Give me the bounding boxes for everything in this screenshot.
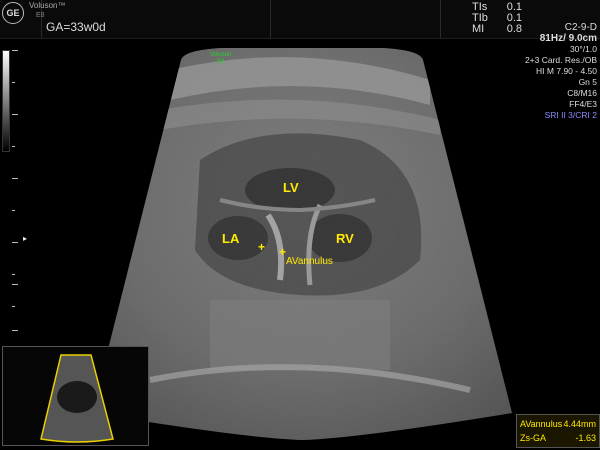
brand-model: E8 — [36, 12, 45, 19]
harmonic-label: HI M 7.90 - 4.50 — [536, 66, 597, 76]
label-lv: LV — [283, 180, 299, 195]
ff-label: FF4/E3 — [569, 99, 597, 109]
measurement-row: Zs-GA -1.63 — [520, 431, 596, 445]
depth-tick — [12, 274, 15, 275]
measurement-name: Zs-GA — [520, 433, 546, 443]
logo-line-2: E8 — [217, 59, 225, 65]
depth-tick — [12, 178, 18, 179]
grayscale-bar — [2, 50, 10, 152]
header-divider — [270, 0, 271, 38]
depth-tick — [12, 306, 15, 307]
angle-label: 30°/1.0 — [569, 44, 597, 54]
measurement-value: 4.44mm — [563, 419, 596, 429]
gestational-age: GA=33w0d — [46, 20, 106, 34]
focus-marker-icon: ▸ — [23, 234, 28, 243]
colormap-label: C8/M16 — [567, 88, 597, 98]
label-rv: RV — [336, 231, 354, 246]
depth-tick — [12, 146, 15, 147]
ge-logo-icon: GE — [2, 2, 24, 24]
brand-name: Voluson™ — [29, 1, 66, 10]
label-la: LA — [222, 231, 240, 246]
mode-label: 2+3 Card. Res./OB — [524, 55, 597, 65]
voluson-image-logo: Voluson E8 — [210, 52, 231, 66]
header-divider — [440, 0, 441, 38]
measurement-row: AVannulus 4.44mm — [520, 417, 596, 431]
frame-rate-depth: 81Hz/ 9.0cm — [539, 33, 597, 44]
measurement-name: AVannulus — [520, 419, 563, 429]
measurement-value: -1.63 — [575, 433, 596, 443]
label-av-annulus: AVannulus — [286, 256, 333, 267]
depth-tick — [12, 114, 18, 115]
depth-tick — [12, 284, 18, 285]
probe-label: C2-9-D — [564, 22, 597, 33]
depth-tick — [12, 210, 15, 211]
caliper-end-icon[interactable]: + — [279, 245, 286, 259]
depth-tick — [12, 242, 18, 243]
caliper-start-icon[interactable]: + — [258, 240, 265, 254]
gain-label: Gn 5 — [578, 77, 597, 87]
sri-label: SRI II 3/CRI 2 — [544, 110, 597, 120]
depth-tick — [12, 50, 18, 51]
parameter-panel: C2-9-D 81Hz/ 9.0cm 30°/1.0 2+3 Card. Res… — [487, 22, 597, 121]
depth-tick — [12, 330, 18, 331]
thumbnail-scan — [40, 354, 114, 443]
measurement-panel: AVannulus 4.44mm Zs-GA -1.63 — [516, 414, 600, 448]
logo-line-1: Voluson — [210, 52, 232, 58]
depth-tick — [12, 82, 15, 83]
reference-thumbnail — [2, 346, 149, 446]
